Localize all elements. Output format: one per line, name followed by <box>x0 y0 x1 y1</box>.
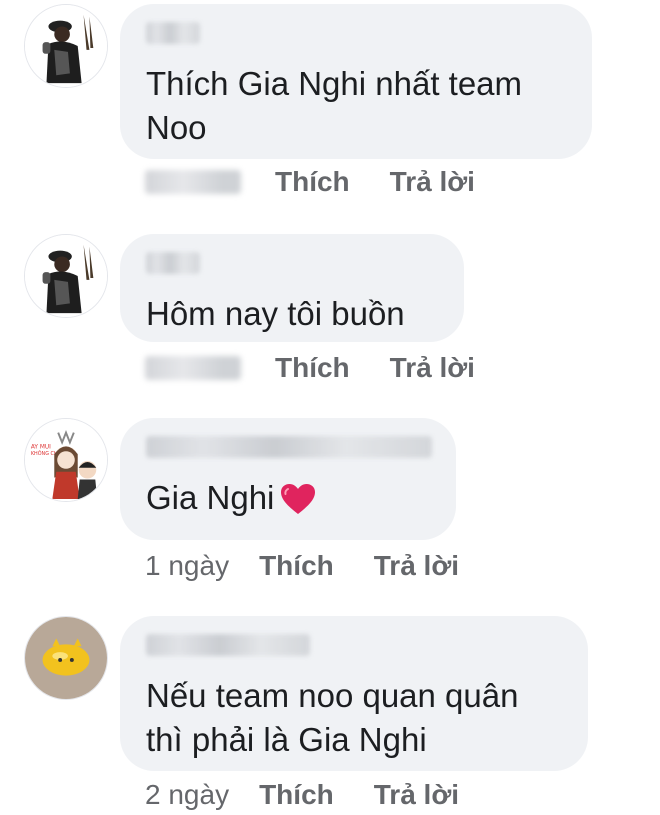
comment-text-container: Gia Nghi <box>146 476 430 526</box>
comment-actions: Thích Trả lời <box>145 348 515 388</box>
heart-emoji-icon <box>280 482 316 526</box>
avatar-illustration-icon <box>25 5 107 87</box>
avatar-yellow-fruit-icon <box>25 617 107 699</box>
user-avatar[interactable]: AY MUI KHÔNG CHỊ <box>24 418 108 502</box>
like-button[interactable]: Thích <box>275 166 350 198</box>
like-button[interactable]: Thích <box>259 550 334 582</box>
user-avatar[interactable] <box>24 4 108 88</box>
timestamp-blurred <box>145 356 241 380</box>
author-name-blurred <box>146 22 200 44</box>
comment-bubble: Hôm nay tôi buồn <box>120 234 464 342</box>
reply-button[interactable]: Trả lời <box>374 550 459 582</box>
timestamp[interactable]: 1 ngày <box>145 550 229 582</box>
author-name-blurred <box>146 436 432 458</box>
like-button[interactable]: Thích <box>275 352 350 384</box>
comment-text: Gia Nghi <box>146 479 275 516</box>
comment-actions: 2 ngày Thích Trả lời <box>145 775 499 815</box>
svg-text:AY MUI: AY MUI <box>31 444 51 450</box>
avatar-couple-cartoon-icon: AY MUI KHÔNG CHỊ <box>25 419 107 501</box>
author-name-blurred <box>146 634 310 656</box>
comment-bubble: Thích Gia Nghi nhất team Noo <box>120 4 592 159</box>
author-name-blurred <box>146 252 200 274</box>
reply-button[interactable]: Trả lời <box>374 779 459 811</box>
user-avatar[interactable] <box>24 234 108 318</box>
comment-text: Hôm nay tôi buồn <box>146 295 405 332</box>
reply-button[interactable]: Trả lời <box>390 166 475 198</box>
reply-button[interactable]: Trả lời <box>390 352 475 384</box>
user-avatar[interactable] <box>24 616 108 700</box>
comment-text: Thích Gia Nghi nhất team Noo <box>146 65 523 146</box>
timestamp[interactable]: 2 ngày <box>145 779 229 811</box>
comment-bubble: Nếu team noo quan quân thì phải là Gia N… <box>120 616 588 771</box>
avatar-illustration-icon <box>25 235 107 317</box>
timestamp-blurred <box>145 170 241 194</box>
comment-actions: Thích Trả lời <box>145 162 515 202</box>
comment-bubble: Gia Nghi <box>120 418 456 540</box>
comment-text: Nếu team noo quan quân thì phải là Gia N… <box>146 677 519 758</box>
like-button[interactable]: Thích <box>259 779 334 811</box>
comment-actions: 1 ngày Thích Trả lời <box>145 546 499 586</box>
